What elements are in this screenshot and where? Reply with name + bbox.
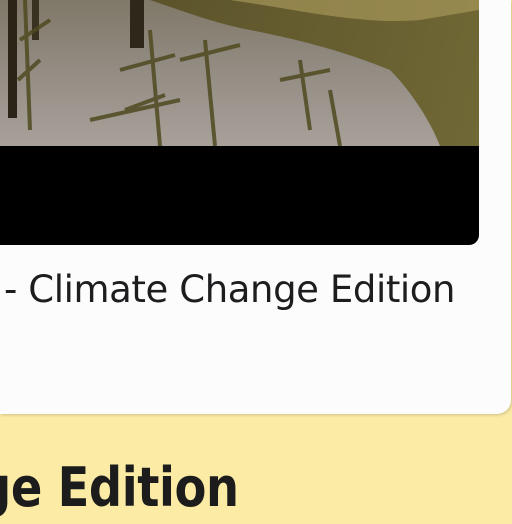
video-thumbnail[interactable] (0, 0, 479, 245)
video-title[interactable]: - Climate Change Edition (4, 266, 455, 314)
flooded-forest-image (0, 0, 479, 146)
section-heading: ge Edition (0, 456, 239, 519)
video-card[interactable]: - Climate Change Edition (0, 0, 511, 414)
